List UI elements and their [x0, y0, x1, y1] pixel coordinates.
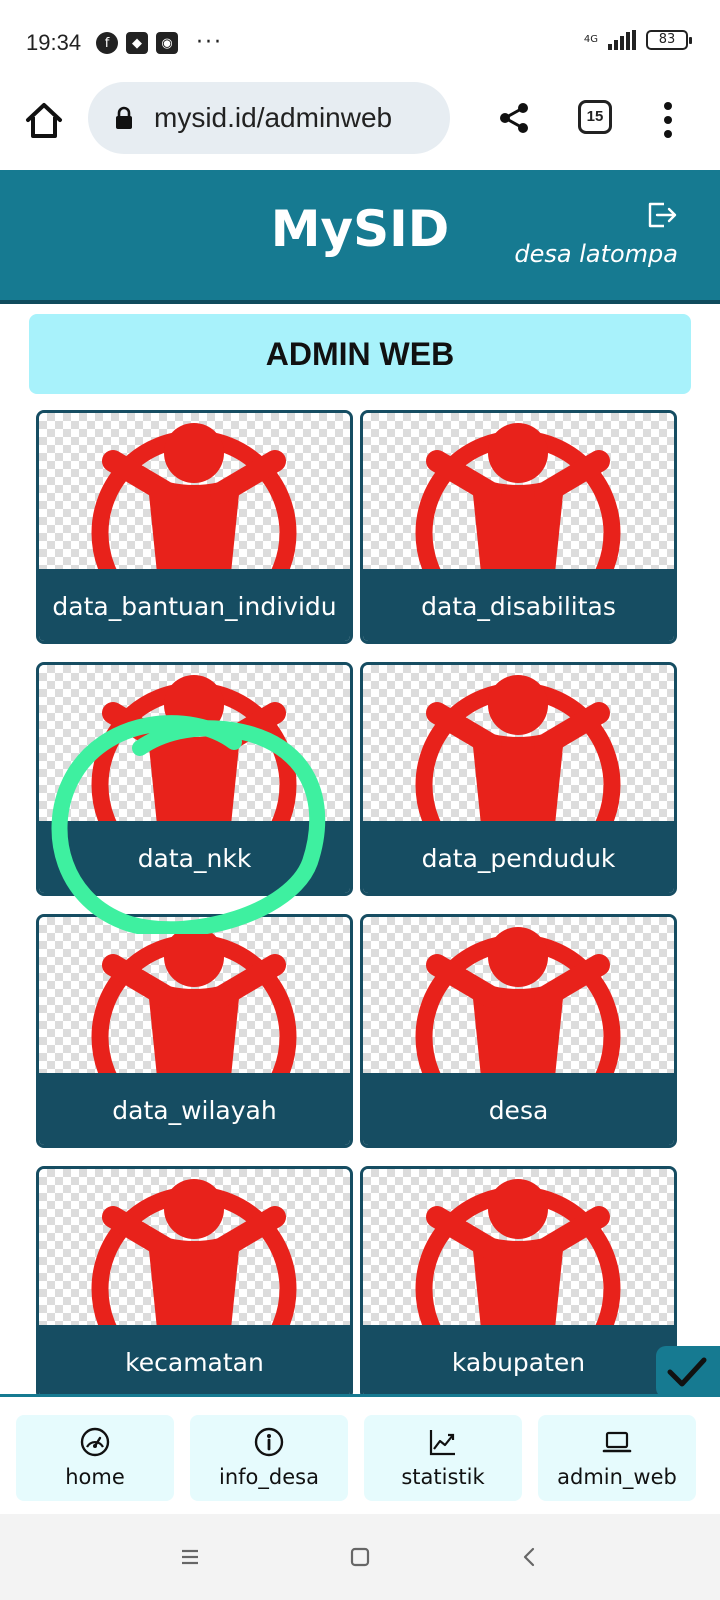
nav-label: home [65, 1465, 125, 1489]
card-label: kabupaten [363, 1325, 674, 1394]
bike-icon: ◉ [156, 32, 178, 54]
nav-admin-web[interactable]: admin_web [538, 1415, 696, 1501]
logo-icon [91, 1179, 297, 1325]
nav-info-desa[interactable]: info_desa [190, 1415, 348, 1501]
admin-web-banner: ADMIN WEB [29, 314, 691, 394]
card-image [39, 413, 350, 569]
menu-card-data-nkk[interactable]: data_nkk [36, 662, 353, 896]
tab-switcher-button[interactable]: 15 [578, 100, 612, 134]
logo-icon [91, 675, 297, 821]
nav-label: statistik [401, 1465, 485, 1489]
address-bar[interactable]: mysid.id/adminweb [88, 82, 450, 154]
system-nav-bar [0, 1514, 720, 1600]
menu-card-kecamatan[interactable]: kecamatan [36, 1166, 353, 1394]
lock-icon [116, 106, 132, 129]
dashboard-gauge-icon [80, 1427, 110, 1457]
menu-card-desa[interactable]: desa [360, 914, 677, 1148]
menu-card-data-penduduk[interactable]: data_penduduk [360, 662, 677, 896]
card-image [363, 413, 674, 569]
card-label: data_penduduk [363, 821, 674, 893]
facebook-icon: f [96, 32, 118, 54]
more-vert-icon[interactable] [656, 100, 680, 140]
card-label: data_disabilitas [363, 569, 674, 641]
back-chevron-icon[interactable] [515, 1542, 545, 1572]
card-image [39, 665, 350, 821]
logo-icon [91, 927, 297, 1073]
maps-icon: ◆ [126, 32, 148, 54]
logo-icon [415, 675, 621, 821]
status-right: 4G 83 [583, 30, 692, 50]
network-type: 4G [583, 34, 598, 45]
info-circle-icon [254, 1427, 284, 1457]
nav-label: info_desa [219, 1465, 319, 1489]
battery-icon: 83 [646, 30, 692, 50]
check-fab-icon[interactable] [656, 1346, 720, 1398]
card-image [363, 917, 674, 1073]
share-icon[interactable] [496, 100, 532, 136]
logo-icon [91, 423, 297, 569]
url-text: mysid.id/adminweb [154, 102, 393, 133]
menu-card-data-wilayah[interactable]: data_wilayah [36, 914, 353, 1148]
menu-card-kabupaten[interactable]: kabupaten [360, 1166, 677, 1394]
laptop-icon [602, 1431, 632, 1453]
chart-line-icon [429, 1430, 455, 1456]
more-notifications-icon: ··· [196, 30, 223, 55]
bottom-nav: home info_desa statistik admin_web [0, 1394, 720, 1514]
nav-label: admin_web [557, 1465, 677, 1489]
card-image [39, 917, 350, 1073]
menu-card-data-disabilitas[interactable]: data_disabilitas [360, 410, 677, 644]
admin-menu-grid: data_bantuan_individu data_disabilitas d… [36, 410, 686, 1394]
logo-icon [415, 423, 621, 569]
card-image [363, 665, 674, 821]
home-square-icon[interactable] [345, 1542, 375, 1572]
card-label: data_wilayah [39, 1073, 350, 1145]
logo-icon [415, 1179, 621, 1325]
card-image [39, 1169, 350, 1325]
nav-statistik[interactable]: statistik [364, 1415, 522, 1501]
logout-icon[interactable] [646, 200, 678, 230]
browser-toolbar: mysid.id/adminweb 15 [0, 80, 720, 168]
logo-icon [415, 927, 621, 1073]
nav-home[interactable]: home [16, 1415, 174, 1501]
menu-card-data-bantuan-individu[interactable]: data_bantuan_individu [36, 410, 353, 644]
app-header: MySID desa latompa [0, 170, 720, 304]
card-label: desa [363, 1073, 674, 1145]
card-label: data_bantuan_individu [39, 569, 350, 641]
notification-icons: f ◆ ◉ ··· [96, 32, 223, 54]
home-icon[interactable] [22, 98, 66, 142]
village-name: desa latompa [514, 240, 678, 268]
card-label: kecamatan [39, 1325, 350, 1394]
signal-icon [608, 30, 636, 50]
recents-menu-icon[interactable] [175, 1542, 205, 1572]
card-image [363, 1169, 674, 1325]
card-label: data_nkk [39, 821, 350, 893]
status-time: 19:34 [26, 30, 82, 55]
status-bar: 19:34 f ◆ ◉ ··· 4G 83 [0, 0, 720, 80]
